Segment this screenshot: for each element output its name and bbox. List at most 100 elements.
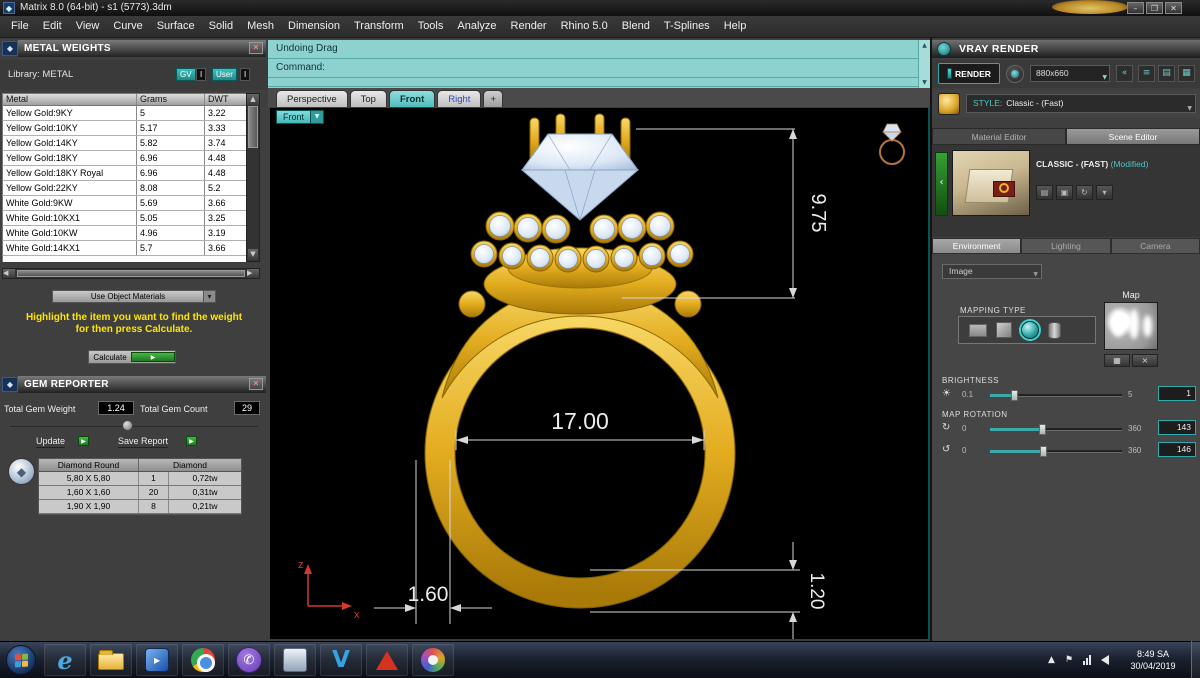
- minimize-button[interactable]: –: [1127, 2, 1144, 14]
- taskbar-viber[interactable]: [228, 644, 270, 676]
- preset-preview-image[interactable]: [952, 150, 1030, 216]
- metal-table-row[interactable]: White Gold:14KX1 5.7 3.66: [2, 241, 260, 256]
- tab-scene-editor[interactable]: Scene Editor: [1066, 128, 1200, 145]
- menu-rhino-5-0[interactable]: Rhino 5.0: [554, 16, 615, 37]
- tab-camera[interactable]: Camera: [1110, 238, 1200, 254]
- viewport-tab-right[interactable]: Right: [437, 90, 482, 108]
- hidden-icons-chevron[interactable]: ▲: [1048, 655, 1055, 665]
- network-icon[interactable]: [1083, 654, 1091, 665]
- save-report-go-icon[interactable]: ▶: [186, 436, 197, 446]
- viewport-tab-perspective[interactable]: Perspective: [276, 90, 348, 108]
- gem-table-row[interactable]: 5,80 X 5,80 1 0,72tw: [39, 472, 241, 486]
- tab-environment[interactable]: Environment: [932, 238, 1022, 254]
- gem-reporter-close-icon[interactable]: ✕: [249, 378, 263, 390]
- command-scrollbar[interactable]: ▲ ▼: [918, 40, 930, 88]
- metal-weights-header[interactable]: ◆ METAL WEIGHTS ✕: [2, 40, 266, 57]
- command-prompt[interactable]: Command:: [268, 59, 930, 78]
- taskbar-vray[interactable]: V: [320, 644, 362, 676]
- metal-table-row[interactable]: White Gold:10KX1 5.05 3.25: [2, 211, 260, 226]
- menu-t-splines[interactable]: T-Splines: [657, 16, 717, 37]
- render-button[interactable]: RENDER: [938, 63, 1000, 84]
- preset-dropdown-icon[interactable]: ▾: [1096, 185, 1113, 200]
- map-picker-icon[interactable]: ▦: [1104, 354, 1130, 367]
- taskbar-media-player[interactable]: [136, 644, 178, 676]
- start-button[interactable]: [6, 645, 36, 675]
- list-view-icon[interactable]: ≡: [1138, 65, 1155, 82]
- rotation-slider-1-thumb[interactable]: [1039, 424, 1046, 435]
- taskbar-file-explorer[interactable]: [90, 644, 132, 676]
- use-object-materials-dropdown[interactable]: Use Object Materials ▾: [52, 290, 216, 303]
- metal-table-row[interactable]: Yellow Gold:22KY 8.08 5.2: [2, 181, 260, 196]
- metal-table-row[interactable]: Yellow Gold:10KY 5.17 3.33: [2, 121, 260, 136]
- grid-view-icon[interactable]: ▦: [1178, 65, 1195, 82]
- rotation-slider-1[interactable]: [990, 424, 1122, 435]
- menu-render[interactable]: Render: [504, 16, 554, 37]
- action-flag-icon[interactable]: ⚑: [1065, 655, 1073, 665]
- menu-solid[interactable]: Solid: [202, 16, 240, 37]
- close-button[interactable]: ✕: [1165, 2, 1182, 14]
- map-preview-image[interactable]: [1104, 302, 1158, 350]
- taskbar-chrome[interactable]: [182, 644, 224, 676]
- rotation-value-2[interactable]: 146: [1158, 442, 1196, 457]
- menu-blend[interactable]: Blend: [615, 16, 657, 37]
- duplicate-preset-icon[interactable]: ▣: [1056, 185, 1073, 200]
- metal-table-row[interactable]: Yellow Gold:18KY 6.96 4.48: [2, 151, 260, 166]
- user-info-badge[interactable]: I: [240, 68, 251, 81]
- save-report-button[interactable]: Save Report: [118, 436, 169, 448]
- splitter-knob[interactable]: [122, 420, 133, 431]
- metal-table-horizontal-scrollbar[interactable]: ◀ ▶: [2, 268, 260, 279]
- panel-view-icon[interactable]: ▤: [1158, 65, 1175, 82]
- metal-table-row[interactable]: White Gold:10KW 4.96 3.19: [2, 226, 260, 241]
- show-desktop-button[interactable]: [1191, 641, 1200, 678]
- tab-material-editor[interactable]: Material Editor: [932, 128, 1066, 145]
- reload-preset-icon[interactable]: ↻: [1076, 185, 1093, 200]
- add-viewport-tab[interactable]: +: [483, 90, 503, 108]
- calculate-button[interactable]: Calculate ▶: [88, 350, 176, 364]
- metal-table-row[interactable]: White Gold:9KW 5.69 3.66: [2, 196, 260, 211]
- collapse-arrow-button[interactable]: ‹: [935, 152, 948, 216]
- metal-table-vertical-scrollbar[interactable]: ▲ ▼: [246, 93, 260, 262]
- panel-splitter[interactable]: [10, 426, 258, 427]
- viewport-tab-top[interactable]: Top: [349, 90, 387, 108]
- taskbar-clock[interactable]: 8:49 SA 30/04/2019: [1121, 648, 1185, 672]
- menu-view[interactable]: View: [69, 16, 107, 37]
- mapping-cube-icon[interactable]: [996, 322, 1012, 338]
- menu-curve[interactable]: Curve: [106, 16, 149, 37]
- command-area[interactable]: Undoing Drag Command:: [268, 40, 930, 88]
- viewport-tab-front[interactable]: Front: [388, 90, 436, 108]
- rotation-slider-2[interactable]: [990, 446, 1122, 457]
- menu-mesh[interactable]: Mesh: [240, 16, 281, 37]
- volume-icon[interactable]: [1101, 654, 1109, 665]
- update-button[interactable]: Update: [36, 436, 66, 448]
- update-go-icon[interactable]: ▶: [78, 436, 89, 446]
- metal-weights-close-icon[interactable]: ✕: [249, 42, 263, 54]
- brightness-value[interactable]: 1: [1158, 386, 1196, 401]
- gv-info-badge[interactable]: I: [196, 68, 207, 81]
- rotation-value-1[interactable]: 143: [1158, 420, 1196, 435]
- gem-table-row[interactable]: 1,90 X 1,90 8 0,21tw: [39, 500, 241, 514]
- menu-help[interactable]: Help: [717, 16, 754, 37]
- menu-dimension[interactable]: Dimension: [281, 16, 347, 37]
- menu-edit[interactable]: Edit: [36, 16, 69, 37]
- viewport-front-view[interactable]: 9.75 17.00 1.60 1.20 z x Front ▼: [269, 107, 929, 640]
- user-button[interactable]: User: [212, 68, 237, 81]
- style-dropdown[interactable]: STYLE: Classic - (Fast) ▼: [966, 94, 1196, 113]
- viewport-title-menu[interactable]: Front ▼: [276, 110, 325, 124]
- skip-back-icon[interactable]: «: [1116, 65, 1133, 82]
- metal-table-row[interactable]: Yellow Gold:18KY Royal 6.96 4.48: [2, 166, 260, 181]
- menu-analyze[interactable]: Analyze: [450, 16, 503, 37]
- taskbar-paint[interactable]: [412, 644, 454, 676]
- menu-file[interactable]: File: [4, 16, 36, 37]
- taskbar-internet-explorer[interactable]: e: [44, 644, 86, 676]
- taskbar-matrix-app[interactable]: [366, 644, 408, 676]
- render-eye-button[interactable]: [1006, 65, 1024, 83]
- gem-table-row[interactable]: 1,60 X 1,60 20 0,31tw: [39, 486, 241, 500]
- map-clear-icon[interactable]: ×: [1132, 354, 1158, 367]
- rotation-slider-2-thumb[interactable]: [1040, 446, 1047, 457]
- chevron-down-icon[interactable]: ▼: [311, 110, 325, 124]
- image-type-dropdown[interactable]: Image ▼: [942, 264, 1042, 279]
- metal-table-row[interactable]: Yellow Gold:14KY 5.82 3.74: [2, 136, 260, 151]
- menu-tools[interactable]: Tools: [411, 16, 451, 37]
- save-preset-icon[interactable]: ▤: [1036, 185, 1053, 200]
- brightness-slider[interactable]: [990, 390, 1122, 401]
